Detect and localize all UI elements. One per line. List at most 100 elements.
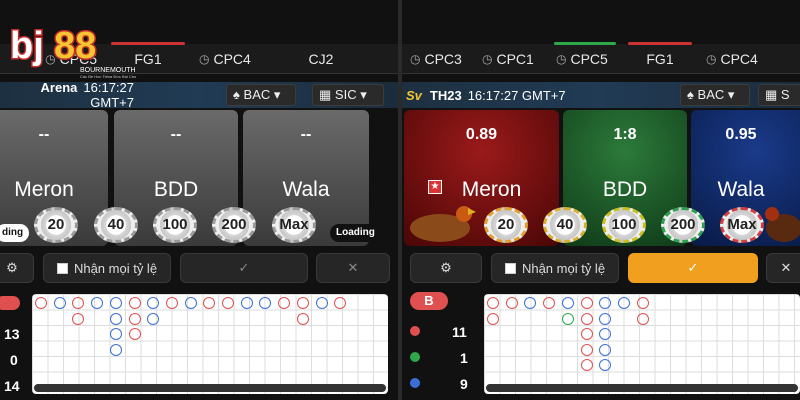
settings-button[interactable]: ⚙	[410, 253, 482, 283]
roadmap-marker	[259, 297, 272, 309]
chip-20[interactable]: 20	[484, 207, 528, 243]
right-table-time: 16:17:27 GMT+7	[467, 87, 566, 103]
tab-fg1[interactable]: FG1	[622, 42, 698, 74]
roadmap-marker	[109, 328, 122, 340]
roadmap-marker	[580, 328, 593, 340]
chip-100[interactable]: 100	[602, 207, 646, 243]
roadmap-marker	[53, 297, 66, 309]
right-roadmap-board	[484, 294, 800, 394]
checkbox[interactable]	[504, 262, 516, 274]
roadmap-marker	[334, 297, 347, 309]
bdd-odds: 1:8	[613, 126, 637, 143]
roadmap-marker	[487, 312, 499, 325]
confirm-button[interactable]: ✓	[628, 253, 758, 283]
left-game-panel: ◷ CPC5 FG1 ◷ CPC4 CJ2 Arena 16:17:27 GMT+7 …	[0, 0, 398, 400]
close-icon: ✕	[780, 260, 792, 275]
svg-text:88: 88	[54, 25, 96, 67]
roadmap-marker	[524, 297, 537, 309]
accept-odds-toggle[interactable]: Nhận mọi tỷ lệ	[43, 253, 171, 283]
right-table-tabs: ◷ CPC3 ◷ CPC1 ◷ CPC5 FG1 ◷ CPC4	[402, 42, 800, 74]
bdd-count: 0	[10, 352, 18, 368]
tab-cj2[interactable]: CJ2	[281, 44, 361, 74]
chip-100[interactable]: 100	[153, 207, 197, 243]
roadmap-marker	[222, 297, 234, 309]
meron-dot-icon	[410, 326, 420, 336]
roadmap-marker	[91, 297, 104, 309]
roadmap-marker	[128, 312, 141, 325]
chip-max[interactable]: Max	[272, 207, 316, 243]
bac-dropdown[interactable]: ♠ BAC ▾	[680, 84, 750, 106]
settings-button[interactable]: ⚙	[0, 253, 34, 283]
tab-cpc3[interactable]: ◷ CPC3	[402, 44, 474, 74]
wala-count: 14	[4, 378, 20, 394]
roadmap-marker	[580, 359, 593, 371]
roadmap-marker	[147, 297, 160, 309]
tab-cpc1[interactable]: ◷ CPC1	[474, 44, 548, 74]
accept-odds-toggle[interactable]: Nhận mọi tỷ lệ	[491, 253, 619, 283]
chip-200[interactable]: 200	[661, 207, 705, 243]
left-roadmap-scrollbar[interactable]	[34, 384, 386, 392]
grid-icon: ▦	[319, 87, 332, 102]
bdd-dot-icon	[410, 352, 420, 362]
clock-icon: ◷	[199, 52, 210, 66]
chip-40[interactable]: 40	[94, 207, 138, 243]
roadmap-marker	[599, 328, 612, 340]
roadmap-marker	[128, 297, 141, 309]
confirm-button[interactable]: ✓	[180, 253, 308, 283]
tab-status-bar	[554, 42, 616, 45]
left-roadmap-board	[32, 294, 388, 394]
wala-dot-icon	[410, 378, 420, 388]
roadmap-marker	[128, 328, 141, 340]
roadmap-marker	[109, 312, 122, 325]
checkbox[interactable]	[56, 262, 68, 274]
svg-text:bj: bj	[10, 25, 44, 67]
right-table-name: TH23	[429, 87, 462, 103]
roadmap-marker	[599, 297, 612, 309]
sic-dropdown[interactable]: ▦ S	[758, 84, 800, 106]
right-roadmap-scrollbar[interactable]	[486, 384, 798, 392]
roadmap-marker	[617, 297, 630, 309]
roadmap-marker	[203, 297, 216, 309]
grid-icon: ▦	[765, 87, 778, 102]
roadmap-marker	[636, 312, 649, 325]
banker-badge	[0, 296, 20, 310]
tab-cpc4[interactable]: ◷ CPC4	[191, 44, 281, 74]
clock-icon: ◷	[482, 52, 493, 66]
bdd-label: BDD	[153, 178, 199, 201]
roadmap-marker	[109, 343, 122, 356]
bac-dropdown[interactable]: ♠ BAC ▾	[226, 84, 296, 106]
chip-40[interactable]: 40	[543, 207, 587, 243]
clock-icon: ◷	[410, 52, 421, 66]
roadmap-marker	[580, 297, 593, 309]
sic-dropdown[interactable]: ▦ SIC ▾	[312, 84, 384, 106]
clock-icon: ◷	[706, 52, 717, 66]
clock-icon: ◷	[556, 52, 567, 66]
roadmap-marker	[599, 312, 612, 325]
roadmap-marker	[147, 312, 160, 325]
roadmap-marker	[599, 359, 612, 371]
roadmap-marker	[561, 297, 574, 309]
star-icon: ★	[428, 180, 442, 194]
tab-cpc4[interactable]: ◷ CPC4	[698, 44, 778, 74]
tab-cpc5[interactable]: ◷ CPC5	[548, 42, 622, 74]
roadmap-marker	[165, 297, 178, 309]
svg-text:Các Bé Học Tiếng Đức Bài Cho: Các Bé Học Tiếng Đức Bài Cho	[80, 74, 137, 78]
chip-200[interactable]: 200	[212, 207, 256, 243]
bdd-odds: --	[170, 126, 182, 143]
chip-20[interactable]: 20	[34, 207, 78, 243]
roadmap-marker	[240, 297, 253, 309]
close-icon: ✕	[347, 260, 359, 275]
banker-badge: B	[410, 292, 448, 310]
chip-max[interactable]: Max	[720, 207, 764, 243]
wala-label: Wala	[717, 178, 765, 201]
roadmap-marker	[72, 312, 85, 325]
roadmap-marker	[72, 297, 85, 309]
bdd-label: BDD	[602, 178, 648, 201]
wala-odds: --	[300, 126, 312, 143]
cancel-button[interactable]: ✕	[766, 253, 800, 283]
right-game-panel: ◷ CPC3 ◷ CPC1 ◷ CPC5 FG1 ◷ CPC4 Sv TH23 16:1…	[402, 0, 800, 400]
spade-icon: ♠	[233, 87, 240, 102]
roadmap-marker	[184, 297, 197, 309]
meron-label: Meron	[14, 178, 74, 201]
cancel-button[interactable]: ✕	[316, 253, 390, 283]
